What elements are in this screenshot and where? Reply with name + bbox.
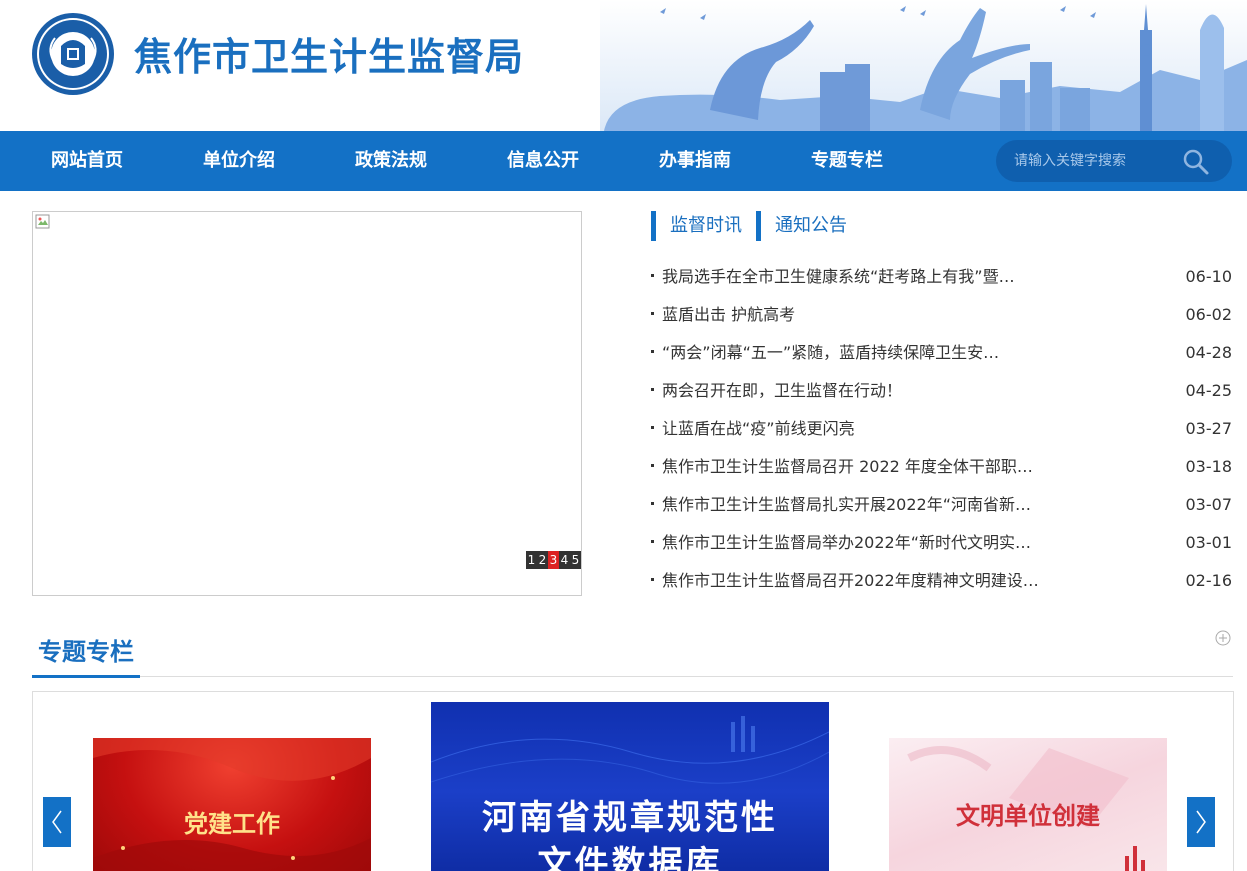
news-title[interactable]: 焦作市卫生计生监督局举办2022年“新时代文明实… — [662, 524, 1031, 562]
image-slider[interactable]: 1 2 3 4 5 — [32, 211, 582, 596]
slide-dot-5[interactable]: 5 — [570, 551, 581, 569]
news-item[interactable]: 焦作市卫生计生监督局扎实开展2022年“河南省新… 03-07 — [651, 486, 1232, 524]
news-date: 06-02 — [1185, 305, 1233, 324]
slide-pagination: 1 2 3 4 5 — [526, 551, 581, 569]
carousel-prev-button[interactable] — [43, 797, 71, 847]
special-section-title: 专题专栏 — [38, 638, 134, 666]
main-nav: 网站首页 单位介绍 政策法规 信息公开 办事指南 专题专栏 — [0, 131, 1247, 191]
nav-item-info[interactable]: 信息公开 — [507, 131, 579, 191]
search-box — [996, 140, 1232, 182]
tab-notices[interactable]: 通知公告 — [756, 211, 847, 241]
nav-item-policy[interactable]: 政策法规 — [355, 131, 427, 191]
bullet-icon — [651, 578, 654, 581]
news-title[interactable]: 蓝盾出击 护航高考 — [662, 296, 795, 334]
header-banner-image — [600, 0, 1247, 131]
bullet-icon — [651, 274, 654, 277]
bullet-icon — [651, 502, 654, 505]
broken-image-icon — [35, 214, 50, 229]
nav-item-special[interactable]: 专题专栏 — [811, 131, 883, 191]
card-label: 党建工作 — [184, 809, 280, 838]
bullet-icon — [651, 540, 654, 543]
news-date: 03-18 — [1185, 457, 1233, 476]
search-input[interactable] — [1014, 150, 1174, 172]
news-item[interactable]: 两会召开在即，卫生监督在行动！ 04-25 — [651, 372, 1232, 410]
nav-item-about[interactable]: 单位介绍 — [203, 131, 275, 191]
bullet-icon — [651, 464, 654, 467]
news-date: 06-10 — [1185, 267, 1233, 286]
news-title[interactable]: 让蓝盾在战“疫”前线更闪亮 — [662, 410, 855, 448]
special-card-civilized-unit[interactable]: 文明单位创建 — [889, 738, 1167, 871]
bullet-icon — [651, 388, 654, 391]
news-item[interactable]: 蓝盾出击 护航高考 06-02 — [651, 296, 1232, 334]
news-date: 04-25 — [1185, 381, 1233, 400]
news-item[interactable]: 焦作市卫生计生监督局召开2022年度精神文明建设… 02-16 — [651, 562, 1232, 600]
nav-item-home[interactable]: 网站首页 — [51, 131, 123, 191]
card-label: 文明单位创建 — [956, 801, 1100, 830]
plus-circle-icon[interactable] — [1215, 630, 1231, 646]
bullet-icon — [651, 312, 654, 315]
news-date: 04-28 — [1185, 343, 1233, 362]
special-card-regulations-db[interactable]: 河南省规章规范性 文件数据库 — [431, 702, 829, 871]
chevron-right-icon — [1196, 810, 1206, 834]
news-item[interactable]: 我局选手在全市卫生健康系统“赶考路上有我”暨… 06-10 — [651, 258, 1232, 296]
slide-dot-3[interactable]: 3 — [548, 551, 559, 569]
special-section-header: 专题专栏 — [32, 630, 1233, 678]
special-carousel: 党建工作 河南省规章规范性 文件数据库 文明单位创建 — [32, 691, 1234, 871]
search-icon[interactable] — [1182, 148, 1210, 176]
site-title: 焦作市卫生计生监督局 — [134, 35, 525, 79]
card-label-line2: 文件数据库 — [537, 844, 723, 871]
news-item[interactable]: “两会”闭幕“五一”紧随，蓝盾持续保障卫生安… 04-28 — [651, 334, 1232, 372]
bullet-icon — [651, 350, 654, 353]
site-header: 焦作市卫生计生监督局 — [0, 0, 1247, 131]
news-title[interactable]: 我局选手在全市卫生健康系统“赶考路上有我”暨… — [662, 258, 1015, 296]
bullet-icon — [651, 426, 654, 429]
slide-dot-2[interactable]: 2 — [537, 551, 548, 569]
special-card-party-building[interactable]: 党建工作 — [93, 738, 371, 871]
card-label: 河南省规章规范性 — [482, 798, 778, 838]
news-item[interactable]: 让蓝盾在战“疫”前线更闪亮 03-27 — [651, 410, 1232, 448]
news-date: 02-16 — [1185, 571, 1233, 590]
title-underline — [32, 675, 140, 678]
slide-dot-4[interactable]: 4 — [559, 551, 570, 569]
news-title[interactable]: 两会召开在即，卫生监督在行动！ — [662, 372, 902, 410]
news-item[interactable]: 焦作市卫生计生监督局召开 2022 年度全体干部职… 03-18 — [651, 448, 1232, 486]
news-title[interactable]: 焦作市卫生计生监督局召开2022年度精神文明建设… — [662, 562, 1039, 600]
nav-item-guide[interactable]: 办事指南 — [659, 131, 731, 191]
health-inspection-emblem-icon[interactable] — [31, 12, 115, 96]
tab-supervision-news[interactable]: 监督时讯 — [651, 211, 742, 241]
chevron-left-icon — [52, 810, 62, 834]
news-date: 03-07 — [1185, 495, 1233, 514]
news-date: 03-01 — [1185, 533, 1233, 552]
news-item[interactable]: 焦作市卫生计生监督局举办2022年“新时代文明实… 03-01 — [651, 524, 1232, 562]
news-title[interactable]: 焦作市卫生计生监督局召开 2022 年度全体干部职… — [662, 448, 1033, 486]
news-date: 03-27 — [1185, 419, 1233, 438]
news-list: 我局选手在全市卫生健康系统“赶考路上有我”暨… 06-10 蓝盾出击 护航高考 06… — [651, 258, 1232, 600]
slide-dot-1[interactable]: 1 — [526, 551, 537, 569]
news-title[interactable]: “两会”闭幕“五一”紧随，蓝盾持续保障卫生安… — [662, 334, 999, 372]
news-title[interactable]: 焦作市卫生计生监督局扎实开展2022年“河南省新… — [662, 486, 1031, 524]
carousel-next-button[interactable] — [1187, 797, 1215, 847]
